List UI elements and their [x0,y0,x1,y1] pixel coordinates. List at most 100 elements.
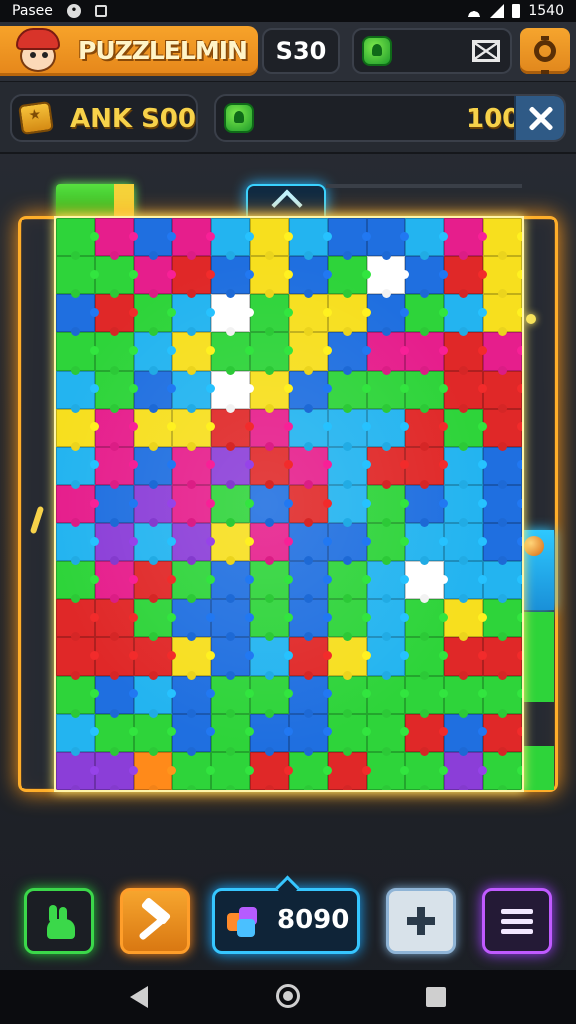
puzzle-piece[interactable] [327,637,367,676]
puzzle-piece[interactable] [405,484,445,524]
puzzle-piece[interactable] [56,218,95,257]
puzzle-piece[interactable] [288,751,328,790]
puzzle-piece[interactable] [444,484,484,524]
board-tab-green[interactable] [56,184,134,218]
puzzle-piece[interactable] [250,523,289,562]
side-slider-knob[interactable] [524,536,544,556]
close-button[interactable] [514,96,564,140]
puzzle-grid[interactable] [56,218,522,790]
hammer-button[interactable] [120,888,190,954]
puzzle-piece[interactable] [94,637,134,676]
puzzle-piece[interactable] [288,675,328,714]
puzzle-piece[interactable] [327,370,367,409]
resource-panel[interactable] [352,28,512,74]
puzzle-piece[interactable] [327,408,367,447]
puzzle-piece[interactable] [133,256,173,295]
puzzle-piece[interactable] [133,713,173,752]
puzzle-piece[interactable] [94,599,134,638]
puzzle-piece[interactable] [444,256,484,295]
puzzle-piece[interactable] [94,218,134,257]
puzzle-piece[interactable] [172,256,212,295]
back-icon[interactable] [130,986,148,1008]
puzzle-piece[interactable] [288,484,328,524]
puzzle-piece[interactable] [211,561,251,600]
puzzle-piece[interactable] [250,599,289,638]
puzzle-piece[interactable] [405,675,445,714]
puzzle-piece[interactable] [172,332,212,371]
puzzle-piece[interactable] [250,218,289,257]
puzzle-piece[interactable] [56,408,95,447]
puzzle-piece[interactable] [56,675,95,714]
puzzle-piece[interactable] [172,599,212,638]
puzzle-piece[interactable] [366,256,406,295]
puzzle-piece[interactable] [56,256,95,295]
puzzle-piece[interactable] [172,484,212,524]
puzzle-piece[interactable] [56,637,95,676]
puzzle-piece[interactable] [133,446,173,485]
puzzle-piece[interactable] [327,599,367,638]
puzzle-piece[interactable] [366,294,406,333]
puzzle-piece[interactable] [133,332,173,371]
envelope-icon[interactable] [472,40,500,62]
puzzle-piece[interactable] [56,294,95,333]
puzzle-piece[interactable] [94,370,134,409]
puzzle-piece[interactable] [366,675,406,714]
puzzle-piece[interactable] [366,408,406,447]
puzzle-piece[interactable] [94,561,134,600]
puzzle-piece[interactable] [483,751,522,790]
puzzle-piece[interactable] [327,484,367,524]
side-piece-green[interactable] [524,612,554,702]
puzzle-piece[interactable] [483,332,522,371]
puzzle-piece[interactable] [483,370,522,409]
puzzle-piece[interactable] [366,599,406,638]
puzzle-piece[interactable] [250,675,289,714]
puzzle-piece[interactable] [327,561,367,600]
puzzle-piece[interactable] [444,523,484,562]
scroll-up-tab[interactable] [246,184,326,221]
puzzle-piece[interactable] [327,713,367,752]
puzzle-piece[interactable] [133,370,173,409]
puzzle-piece[interactable] [56,484,95,524]
puzzle-piece[interactable] [483,561,522,600]
puzzle-piece[interactable] [327,256,367,295]
puzzle-piece[interactable] [133,294,173,333]
puzzle-piece[interactable] [56,599,95,638]
puzzle-piece[interactable] [94,446,134,485]
puzzle-piece[interactable] [94,294,134,333]
puzzle-piece[interactable] [327,675,367,714]
menu-button[interactable] [482,888,552,954]
puzzle-piece[interactable] [56,370,95,409]
puzzle-piece[interactable] [211,523,251,562]
puzzle-piece[interactable] [327,446,367,485]
puzzle-piece[interactable] [483,637,522,676]
puzzle-piece[interactable] [366,713,406,752]
puzzle-piece[interactable] [211,218,251,257]
chef-avatar-icon[interactable] [14,28,62,74]
puzzle-piece[interactable] [327,218,367,257]
puzzle-piece[interactable] [405,332,445,371]
puzzle-piece[interactable] [211,446,251,485]
puzzle-piece[interactable] [327,332,367,371]
puzzle-piece[interactable] [172,675,212,714]
puzzle-piece[interactable] [405,523,445,562]
puzzle-piece[interactable] [56,561,95,600]
puzzle-piece[interactable] [211,599,251,638]
puzzle-piece[interactable] [211,408,251,447]
puzzle-piece[interactable] [211,484,251,524]
puzzle-piece[interactable] [327,523,367,562]
add-button[interactable] [386,888,456,954]
puzzle-piece[interactable] [172,370,212,409]
puzzle-piece[interactable] [94,256,134,295]
coins-button[interactable]: 8090 [212,888,360,954]
puzzle-piece[interactable] [444,218,484,257]
puzzle-piece[interactable] [366,218,406,257]
puzzle-piece[interactable] [250,751,289,790]
puzzle-piece[interactable] [211,370,251,409]
puzzle-piece[interactable] [56,713,95,752]
puzzle-piece[interactable] [444,713,484,752]
puzzle-piece[interactable] [56,446,95,485]
puzzle-piece[interactable] [172,713,212,752]
puzzle-piece[interactable] [483,523,522,562]
puzzle-piece[interactable] [483,484,522,524]
puzzle-piece[interactable] [94,408,134,447]
